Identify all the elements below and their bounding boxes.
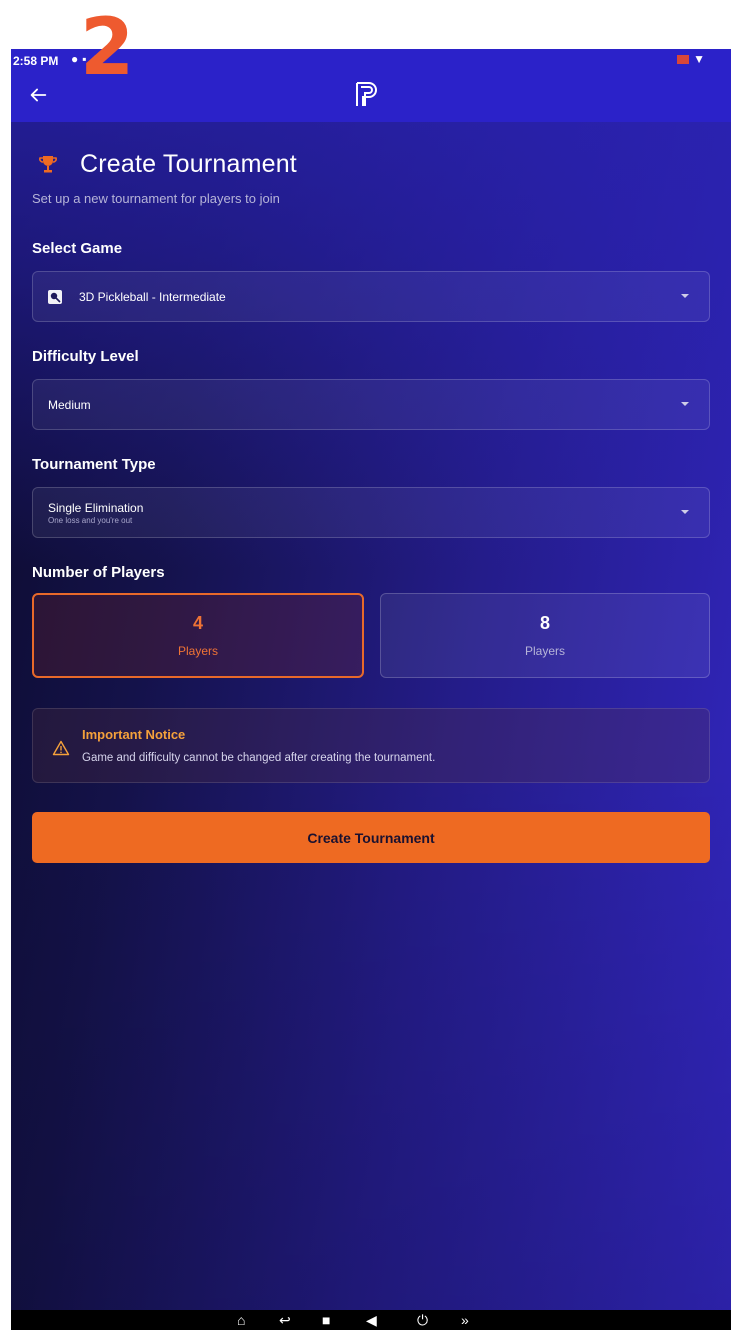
wifi-icon: ▼ bbox=[693, 52, 705, 66]
step-number-badge: 2 bbox=[80, 3, 135, 93]
create-tournament-button[interactable]: Create Tournament bbox=[32, 812, 710, 863]
difficulty-select[interactable]: Medium bbox=[32, 379, 710, 430]
players-options: 4 Players 8 Players bbox=[32, 593, 710, 678]
players-label: Players bbox=[177, 644, 218, 658]
sim-icon bbox=[677, 55, 690, 65]
status-icons-right: ▼ bbox=[677, 52, 705, 66]
p-logo-icon bbox=[356, 82, 377, 106]
players-option-4[interactable]: 4 Players bbox=[32, 593, 364, 678]
home-icon[interactable]: ⌂ bbox=[237, 1312, 245, 1328]
notice-text: Game and difficulty cannot be changed af… bbox=[82, 752, 436, 764]
chevron-down-icon bbox=[681, 294, 689, 298]
players-label: Players bbox=[524, 644, 565, 658]
volume-icon[interactable]: ◀ bbox=[366, 1312, 377, 1328]
players-option-8[interactable]: 8 Players bbox=[380, 593, 710, 678]
number-of-players-label: Number of Players bbox=[32, 564, 165, 581]
power-icon[interactable]: ⏻ bbox=[417, 1312, 428, 1328]
status-time: 2:58 PM bbox=[13, 54, 59, 68]
notice-title: Important Notice bbox=[82, 727, 186, 742]
chevron-down-icon bbox=[681, 402, 689, 406]
tournament-type-label: Tournament Type bbox=[32, 456, 156, 473]
arrow-left-icon[interactable] bbox=[27, 84, 49, 106]
players-count: 4 bbox=[192, 613, 203, 633]
system-nav-bar: ⌂ ↩ ■ ◀ ⏻ » bbox=[11, 1310, 731, 1330]
chevrons-down-icon[interactable]: » bbox=[461, 1312, 469, 1328]
back-icon[interactable]: ↩ bbox=[279, 1312, 291, 1328]
chevron-down-icon bbox=[681, 510, 689, 514]
game-select-value: 3D Pickleball - Intermediate bbox=[79, 289, 226, 304]
difficulty-select-value: Medium bbox=[48, 397, 91, 412]
tournament-type-value: Single Elimination bbox=[48, 500, 144, 515]
game-select[interactable]: 3D Pickleball - Intermediate bbox=[32, 271, 710, 322]
page-subtitle: Set up a new tournament for players to j… bbox=[32, 191, 280, 206]
difficulty-level-label: Difficulty Level bbox=[32, 348, 139, 365]
tournament-type-select[interactable]: Single Elimination One loss and you're o… bbox=[32, 487, 710, 538]
trophy-icon bbox=[39, 156, 57, 173]
select-game-label: Select Game bbox=[32, 240, 123, 257]
important-notice: Important Notice Game and difficulty can… bbox=[32, 708, 710, 783]
recents-icon[interactable]: ■ bbox=[322, 1312, 330, 1328]
players-count: 8 bbox=[539, 613, 550, 633]
tournament-type-description: One loss and you're out bbox=[48, 515, 133, 525]
device-screen: 2:58 PM ●▪◆ ▼ Create Tournament Set up a bbox=[11, 49, 731, 1310]
warning-icon bbox=[52, 740, 70, 756]
pickleball-game-icon bbox=[48, 289, 62, 304]
page-header: Create Tournament bbox=[32, 149, 710, 179]
form-content: Create Tournament Set up a new tournamen… bbox=[32, 149, 710, 863]
page-title: Create Tournament bbox=[80, 149, 297, 178]
